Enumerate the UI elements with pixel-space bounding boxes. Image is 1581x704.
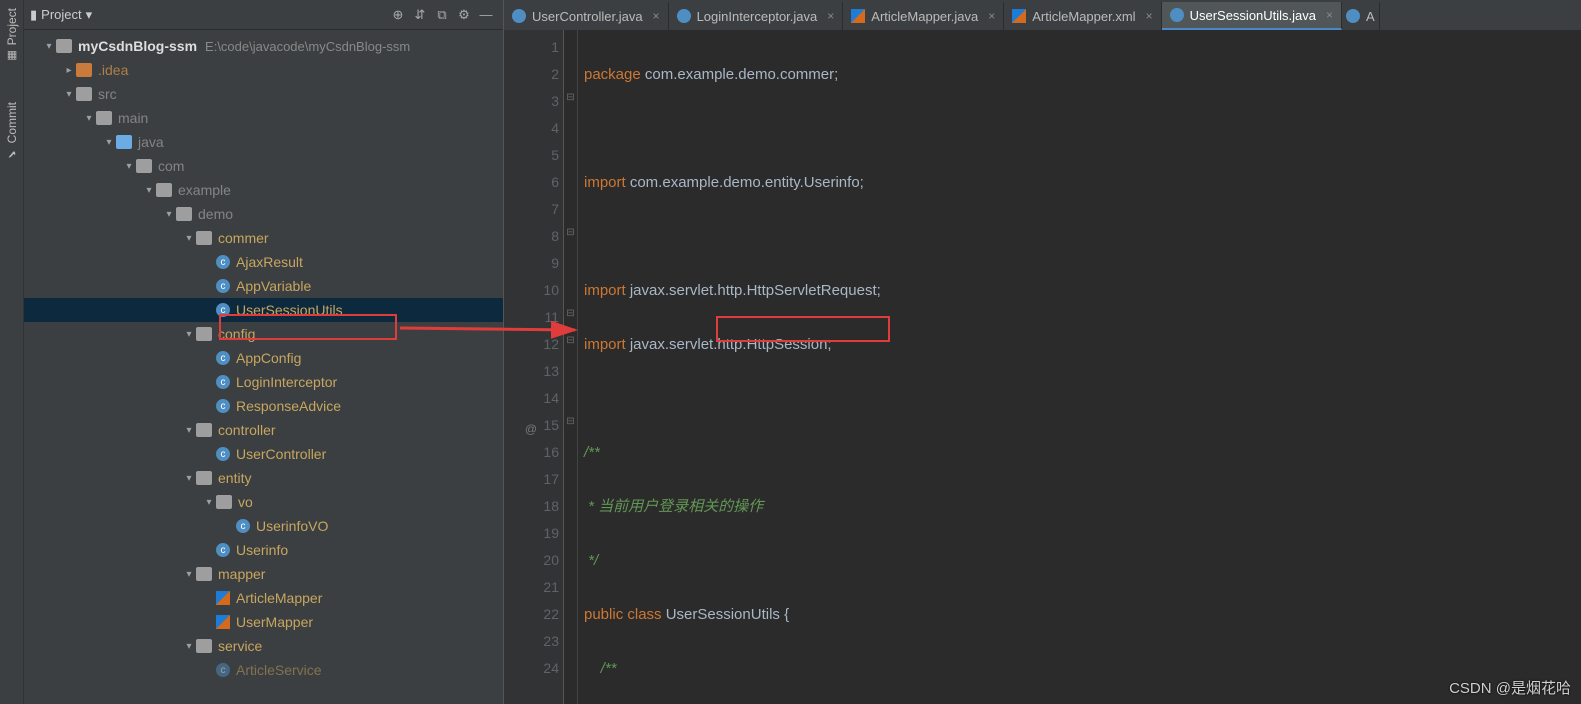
fold-column: ⊟⊟⊟⊟⊟	[564, 30, 578, 704]
tree-articleservice[interactable]: ArticleService	[24, 658, 503, 682]
tree-entity[interactable]: ▾entity	[24, 466, 503, 490]
editor-tabs: UserController.java× LoginInterceptor.ja…	[504, 0, 1581, 30]
close-icon[interactable]: ×	[827, 9, 834, 23]
close-icon[interactable]: ×	[653, 9, 660, 23]
tree-controller[interactable]: ▾controller	[24, 418, 503, 442]
tree-appvariable[interactable]: AppVariable	[24, 274, 503, 298]
code-content[interactable]: package com.example.demo.commer; import …	[578, 30, 1581, 704]
sidebar-header: ▮ Project ▾ ⊕ ⇵ ⧉ ⚙ —	[24, 0, 503, 30]
project-tree: ▾myCsdnBlog-ssmE:\code\javacode\myCsdnBl…	[24, 30, 503, 704]
sidebar-title[interactable]: ▮ Project ▾	[30, 7, 92, 23]
line-gutter: 123456789101112131415@161718192021222324	[504, 30, 564, 704]
close-icon[interactable]: ×	[988, 9, 995, 23]
tree-userinfo[interactable]: Userinfo	[24, 538, 503, 562]
left-tool-rail: ▦Project ✔Commit	[0, 0, 24, 704]
tree-ajaxresult[interactable]: AjaxResult	[24, 250, 503, 274]
tab-articlemapper-xml[interactable]: ArticleMapper.xml×	[1004, 2, 1161, 30]
tree-com[interactable]: ▾com	[24, 154, 503, 178]
settings-icon[interactable]: ⚙	[453, 4, 475, 26]
close-icon[interactable]: ×	[1326, 8, 1333, 22]
tree-appconfig[interactable]: AppConfig	[24, 346, 503, 370]
locate-icon[interactable]: ⊕	[387, 4, 409, 26]
tree-idea[interactable]: ▸.idea	[24, 58, 503, 82]
collapse-icon[interactable]: ⧉	[431, 4, 453, 26]
tree-commer[interactable]: ▾commer	[24, 226, 503, 250]
tab-logininterceptor[interactable]: LoginInterceptor.java×	[669, 2, 844, 30]
tree-main[interactable]: ▾main	[24, 106, 503, 130]
tree-usersessionutils[interactable]: UserSessionUtils	[24, 298, 503, 322]
editor-area: UserController.java× LoginInterceptor.ja…	[503, 0, 1581, 704]
tree-root[interactable]: ▾myCsdnBlog-ssmE:\code\javacode\myCsdnBl…	[24, 34, 503, 58]
watermark: CSDN @是烟花哈	[1449, 677, 1571, 698]
expand-icon[interactable]: ⇵	[409, 4, 431, 26]
tab-usersessionutils[interactable]: UserSessionUtils.java×	[1162, 2, 1342, 30]
tree-logininterceptor[interactable]: LoginInterceptor	[24, 370, 503, 394]
tree-java[interactable]: ▾java	[24, 130, 503, 154]
tree-src[interactable]: ▾src	[24, 82, 503, 106]
tree-config[interactable]: ▾config	[24, 322, 503, 346]
hide-icon[interactable]: —	[475, 4, 497, 26]
tree-responseadvice[interactable]: ResponseAdvice	[24, 394, 503, 418]
tab-articlemapper-java[interactable]: ArticleMapper.java×	[843, 2, 1004, 30]
close-icon[interactable]: ×	[1146, 9, 1153, 23]
rail-project[interactable]: ▦Project	[5, 8, 19, 62]
project-sidebar: ▮ Project ▾ ⊕ ⇵ ⧉ ⚙ — ▾myCsdnBlog-ssmE:\…	[24, 0, 503, 704]
tree-usercontroller[interactable]: UserController	[24, 442, 503, 466]
tree-usermapper[interactable]: UserMapper	[24, 610, 503, 634]
tab-usercontroller[interactable]: UserController.java×	[504, 2, 669, 30]
tree-articlemapper[interactable]: ArticleMapper	[24, 586, 503, 610]
tab-overflow[interactable]: A	[1342, 2, 1380, 30]
tree-vo[interactable]: ▾vo	[24, 490, 503, 514]
rail-commit[interactable]: ✔Commit	[5, 102, 19, 160]
tree-mapper[interactable]: ▾mapper	[24, 562, 503, 586]
code-editor[interactable]: 123456789101112131415@161718192021222324…	[504, 30, 1581, 704]
tree-demo[interactable]: ▾demo	[24, 202, 503, 226]
tree-service[interactable]: ▾service	[24, 634, 503, 658]
tree-userinfovo[interactable]: UserinfoVO	[24, 514, 503, 538]
tree-example[interactable]: ▾example	[24, 178, 503, 202]
